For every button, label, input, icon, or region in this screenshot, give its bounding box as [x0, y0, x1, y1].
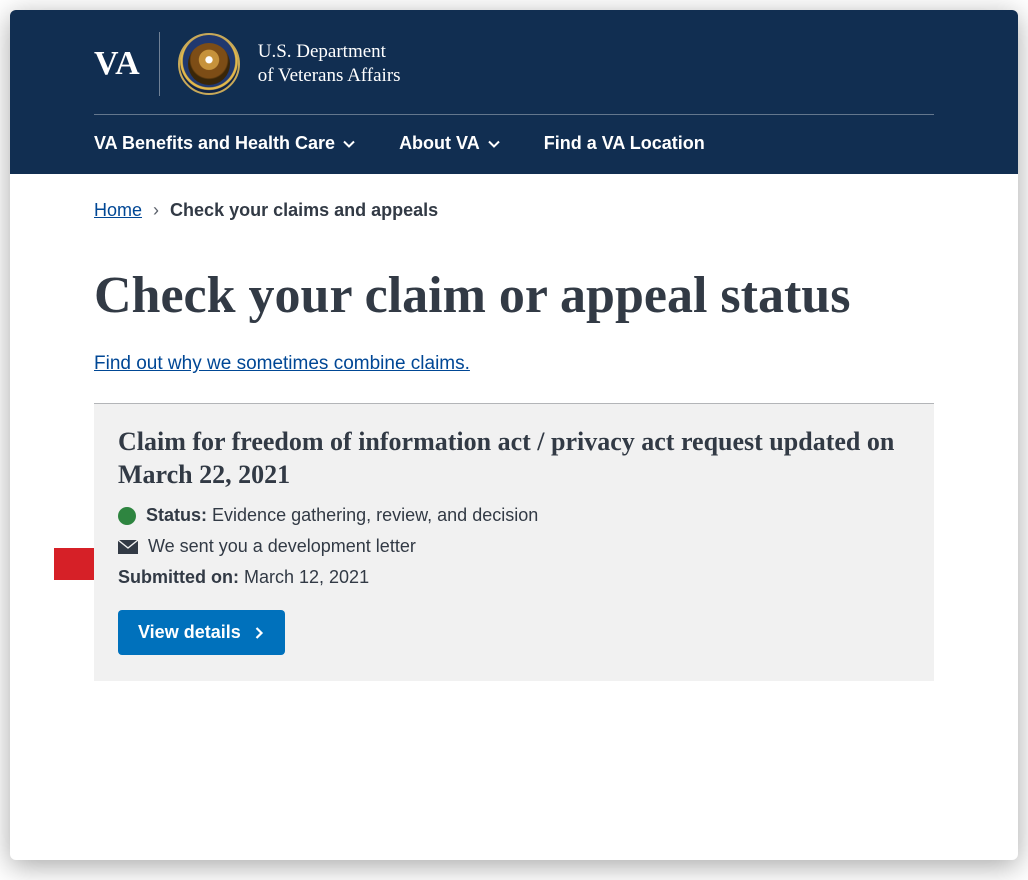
- dept-line-2: of Veterans Affairs: [258, 64, 401, 88]
- button-label: View details: [138, 622, 241, 643]
- va-seal-icon: [178, 33, 240, 95]
- va-logo: VA: [94, 45, 141, 83]
- brand-divider: [159, 32, 160, 96]
- nav-item-label: VA Benefits and Health Care: [94, 133, 335, 154]
- nav-item-label: Find a VA Location: [544, 133, 705, 154]
- claim-card: Claim for freedom of information act / p…: [94, 403, 934, 681]
- chevron-down-icon: [488, 138, 500, 150]
- breadcrumb: Home › Check your claims and appeals: [94, 200, 934, 221]
- submitted-value: March 12, 2021: [244, 567, 369, 587]
- submitted-label: Submitted on:: [118, 567, 239, 587]
- breadcrumb-home-link[interactable]: Home: [94, 200, 142, 220]
- status-label: Status:: [146, 505, 207, 525]
- claim-title: Claim for freedom of information act / p…: [118, 426, 910, 491]
- page-title: Check your claim or appeal status: [94, 267, 934, 325]
- view-details-button[interactable]: View details: [118, 610, 285, 655]
- brand-row: VA U.S. Department of Veterans Affairs: [94, 32, 934, 114]
- status-dot-icon: [118, 507, 136, 525]
- nav-item-label: About VA: [399, 133, 480, 154]
- combine-claims-link[interactable]: Find out why we sometimes combine claims…: [94, 353, 470, 374]
- breadcrumb-current: Check your claims and appeals: [170, 200, 438, 220]
- nav-benefits[interactable]: VA Benefits and Health Care: [94, 133, 355, 154]
- status-value: Evidence gathering, review, and decision: [212, 505, 538, 525]
- mail-text: We sent you a development letter: [148, 536, 416, 557]
- page-frame: VA U.S. Department of Veterans Affairs V…: [10, 10, 1018, 860]
- envelope-icon: [118, 540, 138, 554]
- department-name: U.S. Department of Veterans Affairs: [258, 40, 401, 88]
- claim-status-row: Status: Evidence gathering, review, and …: [118, 505, 910, 526]
- site-header: VA U.S. Department of Veterans Affairs V…: [10, 10, 1018, 174]
- chevron-down-icon: [343, 138, 355, 150]
- main-content: Home › Check your claims and appeals Che…: [84, 174, 944, 721]
- chevron-right-icon: [253, 627, 265, 639]
- claim-submitted-row: Submitted on: March 12, 2021: [118, 567, 910, 588]
- nav-find-location[interactable]: Find a VA Location: [544, 133, 705, 154]
- dept-line-1: U.S. Department: [258, 40, 401, 64]
- claim-mail-row: We sent you a development letter: [118, 536, 910, 557]
- nav-about[interactable]: About VA: [399, 133, 500, 154]
- primary-nav: VA Benefits and Health Care About VA Fin…: [94, 114, 934, 174]
- breadcrumb-separator: ›: [153, 200, 159, 220]
